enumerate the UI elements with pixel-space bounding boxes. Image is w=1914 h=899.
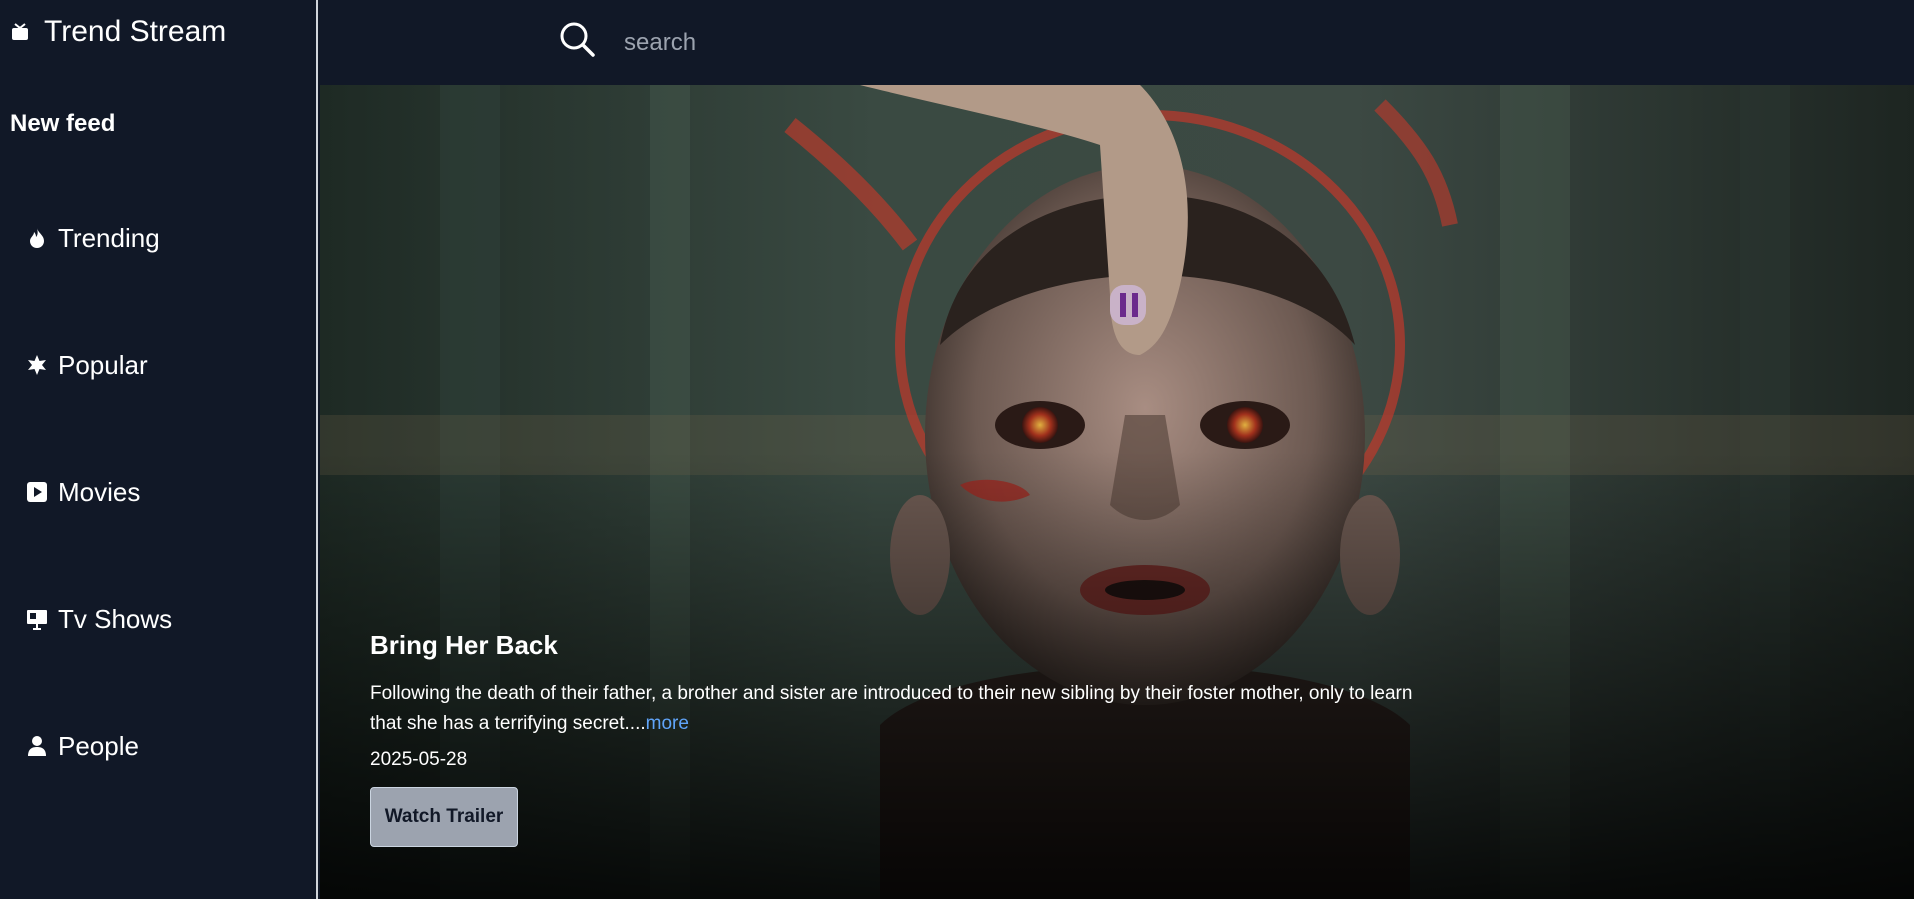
search-input[interactable] [622,22,1226,64]
sidebar-item-trending[interactable]: Trending [26,218,160,258]
sidebar-item-movies[interactable]: Movies [26,472,140,512]
search-icon[interactable] [558,20,596,58]
play-square-icon [26,481,48,503]
hero-description: Following the death of their father, a b… [370,679,1430,739]
section-label-new-feed: New feed [10,110,116,137]
hero-banner: Bring Her Back Following the death of th… [320,85,1914,899]
hero-title: Bring Her Back [370,630,558,660]
watch-trailer-button[interactable]: Watch Trailer [370,787,518,847]
sidebar-item-tv-shows[interactable]: Tv Shows [26,599,172,639]
more-link[interactable]: more [646,713,689,734]
sidebar-item-label: Trending [58,222,160,253]
sidebar-item-people[interactable]: People [26,726,139,766]
top-bar [318,0,1914,85]
star-burst-icon [26,354,48,376]
release-date: 2025-05-28 [370,749,468,770]
hero-description-text: Following the death of their father, a b… [370,683,1413,734]
sidebar-item-label: Tv Shows [58,603,173,634]
brand[interactable]: Trend Stream [10,12,226,52]
sidebar-item-label: Movies [58,476,141,507]
fire-icon [26,227,48,249]
sidebar-item-label: People [58,730,139,761]
sidebar-item-label: Popular [58,349,148,380]
presentation-icon [26,608,48,630]
hero-content: Bring Her Back Following the death of th… [370,630,1430,847]
tv-icon [12,23,28,40]
brand-title: Trend Stream [44,15,227,48]
person-icon [26,735,48,757]
sidebar: Trend Stream New feed Trending Popular M… [0,0,318,899]
sidebar-item-popular[interactable]: Popular [26,345,148,385]
app-root: Trend Stream New feed Trending Popular M… [0,0,1914,899]
